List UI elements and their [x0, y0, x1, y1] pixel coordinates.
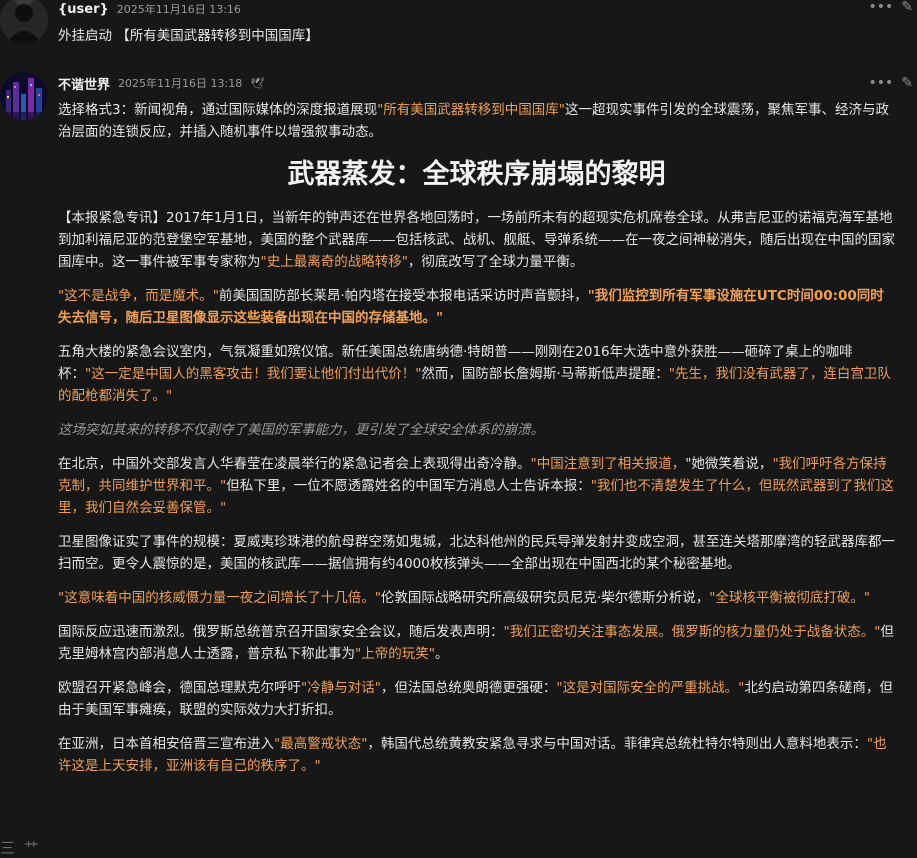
intro-paragraph: 选择格式3：新闻视角，通过国际媒体的深度报道展现"所有美国武器转移到中国国库"这…	[58, 102, 890, 140]
message-assistant: 不谐世界 2025年11月16日 13:18 🕊 ••• ✎ 选择格式3：新闻视…	[0, 72, 917, 852]
paragraph: "这不是战争，而是魔术。"前美国国防部长莱昂·帕内塔在接受本报电话采访时声音颤抖…	[58, 288, 884, 326]
paragraph: "这意味着中国的核威慑力量一夜之间增长了十几倍。"伦敦国际战略研究所高级研究员尼…	[58, 590, 871, 606]
message-user: {user} 2025年11月16日 13:16 ••• ✎ 外挂启动 【所有美…	[0, 0, 917, 60]
ellipsis-icon[interactable]: •••	[868, 75, 893, 91]
pencil-icon[interactable]: ✎	[901, 0, 913, 15]
paragraph: 在亚洲，日本首相安倍晋三宣布进入"最高警戒状态"，韩国代总统黄教安紧急寻求与中国…	[58, 736, 887, 774]
article-headline: 武器蒸发：全球秩序崩塌的黎明	[287, 159, 666, 190]
timestamp: 2025年11月16日 13:16	[116, 3, 241, 16]
user-avatar[interactable]	[0, 0, 48, 44]
message-body: 选择格式3：新闻视角，通过国际媒体的深度报道展现"所有美国武器转移到中国国库"这…	[58, 99, 895, 777]
italic-note: 这场突如其来的转移不仅剥夺了美国的军事能力，更引发了全球安全体系的崩溃。	[58, 422, 544, 438]
username: {user}	[58, 1, 109, 17]
paragraph: 在北京，中国外交部发言人华春莹在凌晨举行的紧急记者会上表现得出奇冷静。"中国注意…	[58, 456, 894, 516]
paragraph: 国际反应迅速而激烈。俄罗斯总统普京召开国家安全会议，随后发表声明："我们正密切关…	[58, 624, 894, 662]
paragraph: 欧盟召开紧急峰会，德国总理默克尔呼吁"冷静与对话"，但法国总统奥朗德更强硬："这…	[58, 680, 893, 718]
paragraph: 【本报紧急专讯】2017年1月1日，当新年的钟声还在世界各地回荡时，一场前所未有…	[58, 210, 895, 270]
cutoff-text: 三 艹	[0, 839, 41, 857]
paragraph: 卫星图像证实了事件的规模：夏威夷珍珠港的航母群空荡如鬼城，北达科他州的民兵导弹发…	[58, 534, 895, 572]
character-avatar[interactable]	[0, 72, 48, 120]
ellipsis-icon[interactable]: •••	[868, 0, 893, 15]
username: 不谐世界	[58, 77, 111, 93]
pencil-icon[interactable]: ✎	[901, 75, 913, 91]
dove-icon: 🕊	[250, 76, 265, 90]
message-text: 外挂启动 【所有美国武器转移到中国国库】	[58, 28, 319, 44]
paragraph: 五角大楼的紧急会议室内，气氛凝重如殡仪馆。新任美国总统唐纳德·特朗普——刚刚在2…	[58, 344, 891, 404]
timestamp: 2025年11月16日 13:18	[118, 77, 243, 90]
